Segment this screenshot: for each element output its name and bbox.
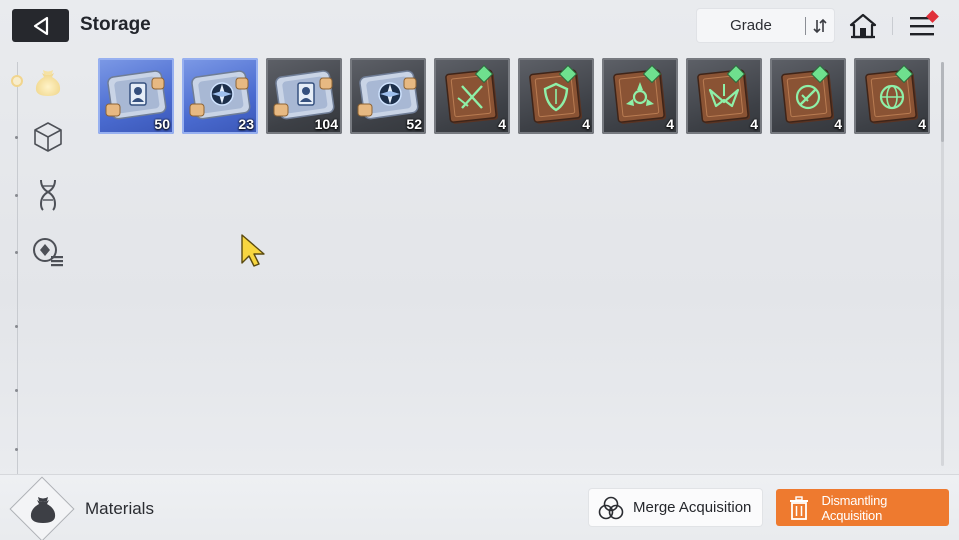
- item-quantity: 4: [666, 116, 674, 132]
- item-slot[interactable]: 50: [98, 58, 174, 134]
- current-category-name: Materials: [85, 499, 154, 518]
- item-slot[interactable]: 4: [770, 58, 846, 134]
- dna-icon: [39, 179, 57, 211]
- back-arrow-icon: [33, 16, 48, 35]
- item-quantity: 4: [498, 116, 506, 132]
- rail-tick: [15, 136, 18, 139]
- menu-button[interactable]: [905, 10, 939, 42]
- item-quantity: 50: [154, 116, 170, 132]
- rail-tick: [15, 251, 18, 254]
- home-button[interactable]: [847, 10, 879, 42]
- item-quantity: 4: [582, 116, 590, 132]
- material-bag-icon: [30, 497, 56, 523]
- item-slot[interactable]: 104: [266, 58, 342, 134]
- rail-tick: [15, 325, 18, 328]
- item-slot[interactable]: 4: [686, 58, 762, 134]
- item-slot[interactable]: 23: [182, 58, 258, 134]
- gear-list-icon: [33, 238, 63, 267]
- item-quantity: 4: [834, 116, 842, 132]
- merge-acquisition-button[interactable]: Merge Acquisition: [589, 489, 762, 526]
- merge-acquisition-label: Merge Acquisition: [633, 499, 752, 516]
- top-divider: [892, 17, 893, 35]
- category-tab-boxes[interactable]: [29, 118, 67, 156]
- sort-label: Grade: [730, 17, 772, 34]
- item-quantity: 52: [406, 116, 422, 132]
- item-grid: 50 23 104 52 4 4 4 4 4 4: [98, 58, 934, 134]
- page-title: Storage: [80, 14, 151, 35]
- pointer-cursor-icon: [241, 234, 265, 267]
- item-slot[interactable]: 4: [602, 58, 678, 134]
- item-quantity: 4: [750, 116, 758, 132]
- pouch-icon: [35, 70, 61, 96]
- scrollbar-thumb[interactable]: [941, 62, 944, 142]
- merge-icon: [589, 496, 633, 520]
- rail-active-indicator: [11, 75, 23, 87]
- category-tab-materials[interactable]: [29, 62, 67, 100]
- item-quantity: 104: [314, 116, 338, 132]
- item-slot[interactable]: 52: [350, 58, 426, 134]
- item-slot[interactable]: 4: [518, 58, 594, 134]
- trash-icon: [776, 495, 821, 520]
- back-button[interactable]: [12, 9, 69, 42]
- rail-tick: [15, 448, 18, 451]
- category-rail: [17, 62, 18, 474]
- current-category-badge: [9, 476, 75, 540]
- home-icon: [849, 13, 877, 39]
- category-tab-genes[interactable]: [29, 176, 67, 214]
- item-quantity: 4: [918, 116, 926, 132]
- rail-tick: [15, 389, 18, 392]
- rail-tick: [15, 194, 18, 197]
- cube-icon: [34, 122, 62, 152]
- dismantling-acquisition-label: Dismantling Acquisition: [821, 492, 888, 523]
- item-slot[interactable]: 4: [434, 58, 510, 134]
- category-tab-equipment[interactable]: [29, 233, 67, 271]
- dismantling-acquisition-button[interactable]: Dismantling Acquisition: [776, 489, 949, 526]
- sort-button[interactable]: Grade: [697, 9, 834, 42]
- sort-order-icon[interactable]: [806, 18, 834, 34]
- item-slot[interactable]: 4: [854, 58, 930, 134]
- item-quantity: 23: [238, 116, 254, 132]
